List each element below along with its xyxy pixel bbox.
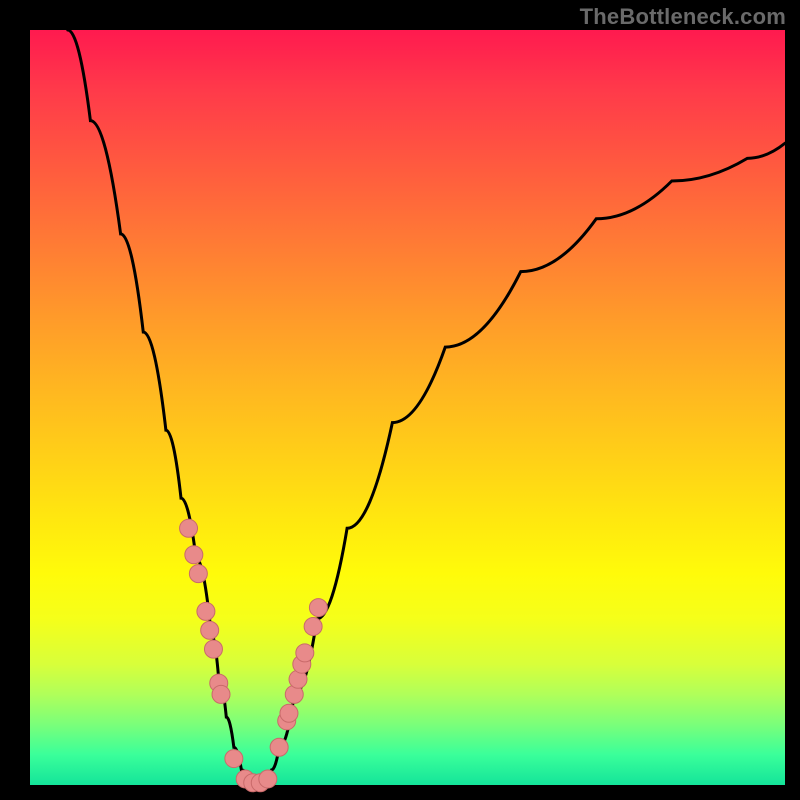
highlight-dot <box>201 621 219 639</box>
highlight-dot <box>197 602 215 620</box>
highlight-dot <box>225 750 243 768</box>
plot-area <box>30 30 785 785</box>
highlight-dot <box>189 565 207 583</box>
highlight-dot <box>280 704 298 722</box>
highlight-dot <box>212 685 230 703</box>
highlight-dot <box>259 770 277 788</box>
highlight-dot <box>270 738 288 756</box>
highlight-dot <box>180 519 198 537</box>
highlight-dot <box>204 640 222 658</box>
highlight-dot <box>296 644 314 662</box>
highlight-dot <box>309 599 327 617</box>
curve-left-branch <box>68 30 257 785</box>
curve-layer <box>30 30 785 785</box>
chart-stage: TheBottleneck.com <box>0 0 800 800</box>
highlight-dots <box>180 519 328 791</box>
watermark-text: TheBottleneck.com <box>580 4 786 30</box>
highlight-dot <box>304 617 322 635</box>
highlight-dot <box>185 546 203 564</box>
curve-right-branch <box>257 143 786 785</box>
